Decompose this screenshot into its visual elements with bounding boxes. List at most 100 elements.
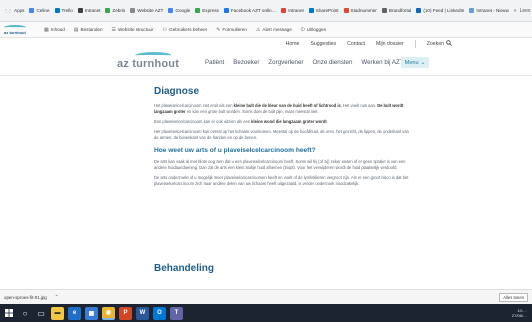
clock-date: 27/06/… (511, 313, 527, 318)
windows-start-icon[interactable] (3, 307, 15, 319)
bookmark-label: Google (175, 8, 191, 13)
cms-item-uitloggen[interactable]: ⏻ Uitloggen (301, 27, 326, 33)
paragraph-2: Een plaveiselcelcarcinoom kan er ook uit… (154, 119, 328, 124)
cms-item-bestanden[interactable]: ▤ Bestanden (74, 27, 103, 33)
bookmark-item[interactable]: Google (168, 8, 190, 13)
site-logo[interactable]: az turnhout (117, 52, 179, 70)
structure-icon: ☰ (111, 26, 116, 33)
bookmark-item[interactable]: Intranet (77, 8, 100, 13)
bookmark-favicon-icon (130, 8, 136, 13)
bookmark-item[interactable]: Stadnummer (343, 8, 377, 13)
cms-item-label: Gebruikers beheer (169, 27, 208, 32)
apps-grid-icon: ⋮⋮ (4, 8, 12, 13)
bookmark-favicon-icon (381, 8, 387, 13)
chevron-up-icon[interactable]: ⌃ (55, 294, 59, 300)
bookmark-favicon-icon (195, 8, 201, 13)
system-clock[interactable]: 10:… 27/06/… (512, 308, 529, 318)
nav-bezoeker[interactable]: Bezoeker (233, 59, 259, 66)
bookmark-label: Facebook AZT onlin… (230, 8, 277, 13)
bookmark-item[interactable]: SharePoint (308, 8, 339, 13)
bookmark-label: Celine (36, 8, 50, 13)
cms-item-label: Inhoud (50, 27, 65, 32)
bookmark-item[interactable]: Express (195, 8, 219, 13)
bookmarks-overflow[interactable]: » Lees (514, 8, 531, 14)
logout-icon: ⏻ (300, 26, 305, 33)
bookmark-favicon-icon (29, 8, 35, 13)
task-view-icon[interactable]: ▭ (35, 307, 47, 319)
cms-item-label: Uitloggen (306, 27, 327, 32)
search-icon[interactable]: ○ (19, 307, 31, 319)
topnav-divider (414, 40, 416, 48)
cms-item-label: Website structuur (117, 27, 154, 32)
bookmark-item[interactable]: ⋮⋮ Apps (4, 8, 24, 13)
paragraph-1: Het plaveiselcelcarcinoom ziet eruit als… (154, 103, 404, 114)
powerpoint-icon[interactable]: P (119, 306, 132, 320)
cms-item-label: Formulieren (222, 27, 247, 32)
bookmark-label: Website AZT (137, 8, 164, 13)
topnav-suggesties[interactable]: Suggesties (310, 41, 336, 47)
bookmark-item[interactable]: Brandfortal (381, 8, 412, 13)
cms-logo[interactable]: az turnhout (4, 24, 36, 35)
cms-item-inhoud[interactable]: ▦ Inhoud (44, 27, 65, 33)
topnav-home[interactable]: Home (286, 41, 300, 47)
download-filename: open-sproes-fit-01.jpg (4, 294, 47, 300)
bookmark-label: Intranet - Nieuw (476, 8, 509, 13)
grid-icon: ▦ (44, 26, 49, 33)
cms-item-website-structuur[interactable]: ☰ Website structuur (112, 27, 154, 33)
search-icon (446, 40, 452, 48)
form-icon: ✎ (216, 26, 221, 33)
menu-button[interactable]: Menu ⌄ (401, 57, 429, 68)
paragraph-3: Het plaveiselcelcarcinoom kan overal op … (154, 129, 409, 140)
alert-icon: ⚠ (255, 26, 261, 33)
nav-onze-diensten[interactable]: Onze diensten (312, 59, 352, 66)
bookmark-label: (10) Feed | LinkedIn (423, 8, 465, 13)
bookmark-item[interactable]: (10) Feed | LinkedIn (416, 8, 464, 13)
bookmark-label: Apps (14, 8, 25, 13)
bookmark-item[interactable]: Intranet - Nieuw (469, 8, 509, 13)
show-all-downloads-button[interactable]: Alles tonen (499, 292, 528, 302)
bookmark-favicon-icon (77, 8, 83, 13)
word-icon[interactable]: W (136, 306, 149, 320)
bookmark-item[interactable]: Intranet (281, 8, 304, 13)
teams-icon[interactable]: T (170, 306, 183, 320)
nav-zorgverlener[interactable]: Zorgverlener (268, 59, 303, 66)
cms-item-alert-message[interactable]: ⚠ Alert message (256, 27, 292, 33)
bookmark-favicon-icon (308, 8, 314, 13)
logo-text: az turnhout (117, 58, 180, 70)
store-icon[interactable]: ▦ (85, 306, 98, 320)
topnav-contact[interactable]: Contact (347, 41, 365, 47)
paragraph-4: De arts kan vaak al met blote oog zien d… (154, 159, 406, 170)
cms-toolbar: az turnhout ▦ Inhoud ▤ Bestanden ☰ Website st… (0, 22, 532, 38)
menu-label: Menu (404, 59, 419, 66)
files-icon: ▤ (73, 26, 79, 33)
bookmark-label: Brandfortal (388, 8, 412, 13)
nav-werken-bij-azt[interactable]: Werken bij AZT (361, 59, 403, 66)
logo-swoosh-icon (133, 52, 173, 59)
bookmark-favicon-icon (105, 8, 111, 13)
nav-patient[interactable]: Patiënt (205, 59, 224, 66)
utility-nav: Home Suggesties Contact Mijn dossier Zoe… (0, 38, 532, 50)
bookmark-item[interactable]: Trello (54, 8, 73, 13)
subsection-title: Hoe weet uw arts of u plaveiselcelcarcin… (154, 147, 316, 154)
file-explorer-icon[interactable]: ▬ (51, 306, 64, 320)
search-link[interactable]: Zoeken (427, 40, 452, 48)
bookmark-item[interactable]: Facebook AZT onlin… (223, 8, 277, 13)
cms-item-label: Bestanden (80, 27, 103, 32)
cms-item-label: Alert message (262, 27, 292, 32)
cms-item-formulieren[interactable]: ✎ Formulieren (216, 27, 247, 33)
bookmark-favicon-icon (54, 8, 60, 13)
download-item[interactable]: open-sproes-fit-01.jpg ⌃ (4, 294, 58, 300)
bookmark-item[interactable]: Website AZT (130, 8, 163, 13)
bookmark-favicon-icon (469, 8, 475, 13)
cms-item-gebruikers-beheer[interactable]: ⚇ Gebruikers beheer (163, 27, 208, 33)
chevron-right-icon: » (513, 7, 517, 14)
outlook-icon[interactable]: O (153, 306, 166, 320)
chrome-icon[interactable]: ◉ (102, 306, 115, 320)
bookmark-item[interactable]: Celine (29, 8, 50, 13)
edge-icon[interactable]: e (68, 306, 81, 320)
bookmark-item[interactable]: Zebris (105, 8, 125, 13)
bookmark-label: Express (202, 8, 219, 13)
chevron-down-icon: ⌄ (420, 59, 426, 66)
topnav-mijn-dossier[interactable]: Mijn dossier (376, 41, 404, 47)
bookmark-favicon-icon (223, 8, 229, 13)
